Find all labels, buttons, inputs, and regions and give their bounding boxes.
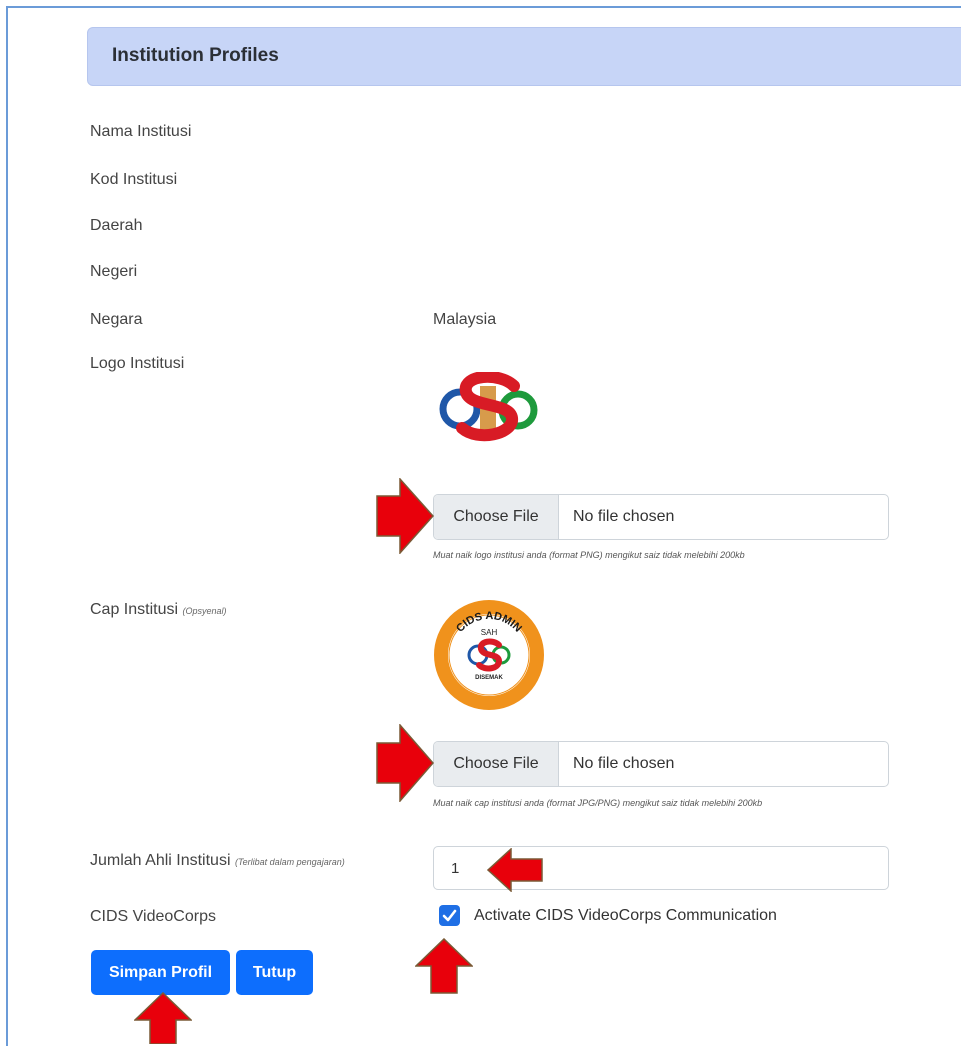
logo-file-status: No file chosen: [573, 508, 675, 525]
checkmark-icon: [442, 909, 457, 922]
jumlah-ahli-note: (Terlibat dalam pengajaran): [234, 857, 345, 867]
cap-file-input[interactable]: Choose File No file chosen: [433, 741, 889, 787]
arrow-up-icon: [134, 992, 192, 1044]
page-title: Institution Profiles: [112, 45, 279, 66]
kod-institusi-label: Kod Institusi: [90, 171, 178, 188]
close-button[interactable]: Tutup: [236, 950, 313, 995]
nama-institusi-label: Nama Institusi: [90, 123, 192, 140]
jumlah-ahli-label: Jumlah Ahli Institusi (Terlibat dalam pe…: [90, 852, 345, 870]
jumlah-ahli-value: 1: [451, 860, 460, 877]
logo-file-input[interactable]: Choose File No file chosen: [433, 494, 889, 540]
negeri-label: Negeri: [90, 263, 138, 280]
cap-choose-file-button[interactable]: Choose File: [434, 742, 559, 786]
logo-institusi-label: Logo Institusi: [90, 355, 185, 372]
cap-optional-note: (Opsyenal): [182, 606, 227, 616]
cap-help-text: Muat naik cap institusi anda (format JPG…: [433, 798, 763, 808]
daerah-label: Daerah: [90, 217, 143, 234]
arrow-left-icon: [487, 848, 543, 892]
arrow-right-icon: [376, 724, 434, 802]
stamp-mid-text: SAH: [481, 628, 498, 637]
cap-institusi-label: Cap Institusi (Opsyenal): [90, 601, 227, 619]
logo-help-text: Muat naik logo institusi anda (format PN…: [433, 550, 745, 560]
arrow-right-icon: [376, 478, 434, 554]
jumlah-ahli-label-text: Jumlah Ahli Institusi: [90, 852, 231, 869]
stamp-bottom-text: DISEMAK: [475, 675, 503, 681]
negara-value: Malaysia: [433, 311, 497, 328]
videocorps-checkbox[interactable]: [439, 905, 460, 926]
institution-stamp: CIDS ADMIN SAH DISEMAK: [434, 600, 544, 710]
card-header: Institution Profiles: [87, 27, 961, 86]
videocorps-checkbox-label[interactable]: Activate CIDS VideoCorps Communication: [474, 907, 777, 925]
logo-choose-file-button[interactable]: Choose File: [434, 495, 559, 539]
institution-logo: [439, 372, 538, 442]
videocorps-label: CIDS VideoCorps: [90, 908, 216, 925]
cap-file-status: No file chosen: [573, 755, 675, 772]
negara-label: Negara: [90, 311, 143, 328]
save-profile-button[interactable]: Simpan Profil: [91, 950, 230, 995]
cap-institusi-label-text: Cap Institusi: [90, 601, 179, 618]
arrow-up-icon: [415, 938, 473, 994]
